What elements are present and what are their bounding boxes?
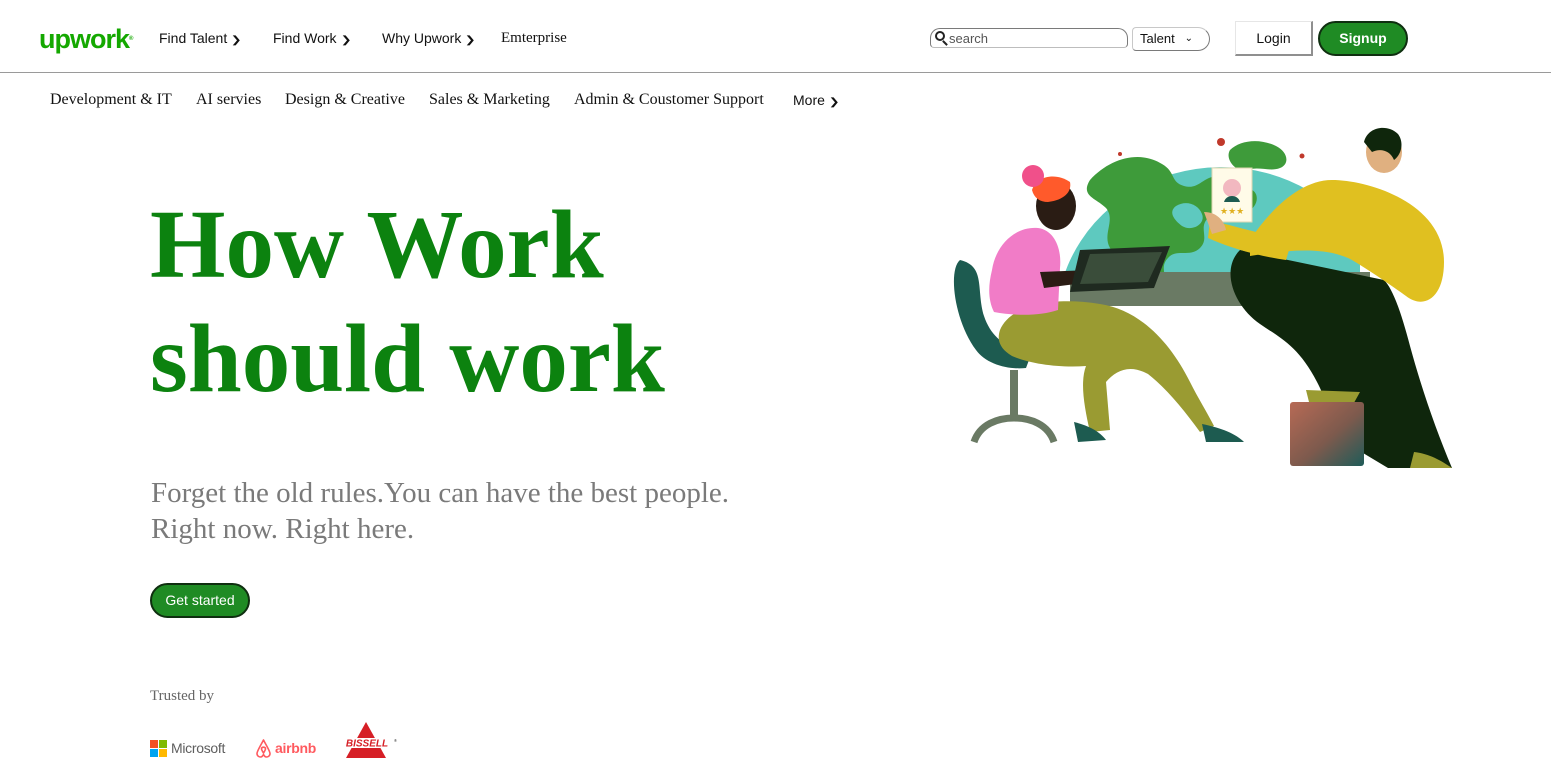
- hero-subtitle-line-2: Right now. Right here.: [151, 513, 415, 545]
- nav-find-work-label: Find Work: [273, 30, 337, 46]
- category-more[interactable]: More ❯: [793, 91, 840, 112]
- search-box[interactable]: [930, 28, 1128, 48]
- nav-find-work[interactable]: Find Work ❯: [273, 30, 352, 49]
- trusted-by-label: Trusted by: [150, 688, 215, 704]
- man-graphic: ★★★: [1204, 127, 1452, 468]
- microsoft-logo: Microsoft: [150, 736, 225, 760]
- talent-select[interactable]: Talent ⌄: [1132, 27, 1210, 51]
- chevron-down-icon: ❯: [828, 97, 840, 108]
- signup-button[interactable]: Signup: [1318, 21, 1408, 56]
- login-button[interactable]: Login: [1235, 21, 1313, 56]
- category-design-creative[interactable]: Design & Creative: [285, 90, 405, 109]
- category-more-label: More: [793, 92, 825, 108]
- top-header: upwork® Find Talent ❯ Find Work ❯ Why Upwo…: [0, 0, 1551, 73]
- svg-text:★★★: ★★★: [1220, 206, 1244, 216]
- hero-subtitle-line-1: Forget the old rules.You can have the be…: [151, 477, 730, 509]
- airbnb-belo-icon: [256, 738, 271, 758]
- hero-title-line-1: How Work: [150, 191, 604, 298]
- talent-select-value: Talent: [1140, 31, 1175, 46]
- microsoft-windows-icon: [150, 739, 167, 757]
- hero-title: How Work should work: [150, 188, 850, 416]
- microsoft-logo-text: Microsoft: [171, 740, 226, 756]
- hero-title-line-2: should work: [150, 305, 665, 412]
- category-development-it[interactable]: Development & IT: [50, 90, 172, 109]
- chevron-down-icon: ❯: [340, 35, 352, 46]
- airbnb-logo: airbnb: [255, 736, 316, 760]
- nav-why-upwork-label: Why Upwork: [382, 30, 462, 46]
- hero-illustration: ★★★: [953, 127, 1452, 468]
- get-started-button[interactable]: Get started: [150, 583, 250, 618]
- chevron-down-icon: ❯: [230, 35, 242, 46]
- chevron-down-icon: ❯: [465, 35, 477, 46]
- svg-text:®: ®: [394, 738, 397, 743]
- nav-why-upwork[interactable]: Why Upwork ❯: [382, 30, 477, 49]
- upwork-logo[interactable]: upwork®: [39, 22, 133, 56]
- hero-subtitle: Forget the old rules.You can have the be…: [151, 475, 851, 547]
- nav-enterprise[interactable]: Emterprise: [501, 30, 567, 47]
- nav-enterprise-label: Emterprise: [501, 30, 567, 46]
- search-input[interactable]: [949, 30, 1119, 46]
- bissell-logo: BISSELL ®: [339, 720, 397, 762]
- airbnb-logo-text: airbnb: [275, 740, 316, 756]
- category-sales-marketing[interactable]: Sales & Marketing: [429, 90, 550, 109]
- nav-find-talent[interactable]: Find Talent ❯: [159, 30, 242, 49]
- svg-text:BISSELL: BISSELL: [346, 739, 388, 750]
- chevron-down-icon: ⌄: [1184, 33, 1193, 44]
- nav-find-talent-label: Find Talent: [159, 30, 228, 46]
- category-admin-support[interactable]: Admin & Coustomer Support: [574, 90, 764, 109]
- category-ai-services[interactable]: AI servies: [196, 90, 261, 109]
- search-icon[interactable]: [933, 30, 949, 46]
- bissell-logo-mark: BISSELL ®: [340, 722, 397, 758]
